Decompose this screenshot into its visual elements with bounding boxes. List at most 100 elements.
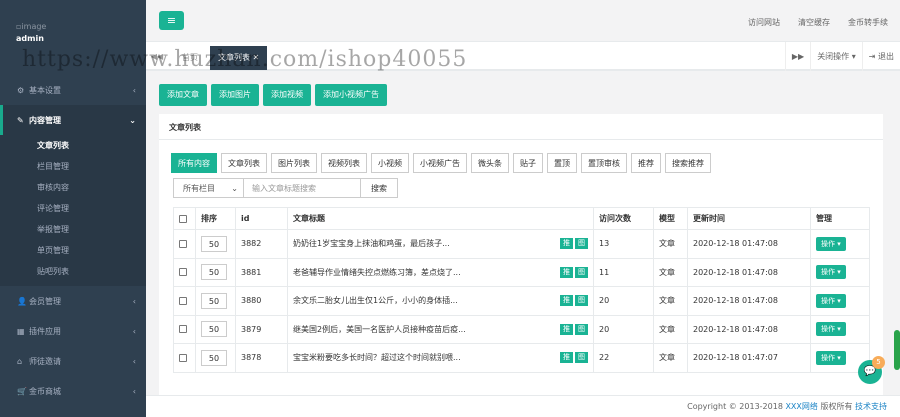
cart-icon: 🛒 [17, 386, 27, 396]
sort-input[interactable]: 50 [201, 321, 227, 338]
operation-dropdown[interactable]: 操作 ▾ [816, 322, 846, 337]
clear-cache-link[interactable]: 清空缓存 [798, 17, 830, 28]
row-check-cell[interactable] [173, 229, 196, 259]
filter-tab[interactable]: 置顶审核 [581, 153, 627, 173]
menu-basic-settings[interactable]: ⚙ 基本设置 ‹ [0, 75, 146, 105]
row-checkbox[interactable] [179, 296, 187, 305]
add-short-video-ad-button[interactable]: 添加小视频广告 [315, 84, 387, 106]
article-title[interactable]: 余文乐二胎女儿出生仅1公斤，小小的身体插... [293, 296, 458, 305]
table-row: 50 3879 继美国2例后，美国一名医护人员接种疫苗后疫... 推图 20 文章 2020… [173, 314, 870, 344]
visit-site-link[interactable]: 访问网站 [748, 17, 780, 28]
filter-tab[interactable]: 推荐 [631, 153, 661, 173]
article-table: 排序 id 文章标题 访问次数 模型 更新时间 管理 50 3882 奶奶往1岁宝宝… [173, 207, 870, 373]
sort-input[interactable]: 50 [201, 292, 227, 309]
filter-tab[interactable]: 贴子 [513, 153, 543, 173]
visits-cell: 20 [593, 314, 654, 344]
column-select[interactable]: 所有栏目 ⌄ [173, 178, 244, 198]
row-checkbox[interactable] [179, 268, 187, 277]
row-check-cell[interactable] [173, 257, 196, 287]
filter-tab[interactable]: 图片列表 [271, 153, 317, 173]
filter-tab[interactable]: 置顶 [547, 153, 577, 173]
filter-tab[interactable]: 所有内容 [171, 153, 217, 173]
sort-input[interactable]: 50 [201, 235, 227, 252]
table-row: 50 3880 余文乐二胎女儿出生仅1公斤，小小的身体插... 推图 20 文章 2020-… [173, 286, 870, 316]
article-title[interactable]: 继美国2例后，美国一名医护人员接种疫苗后疫... [293, 325, 466, 334]
support-link[interactable]: 技术支持 [855, 402, 887, 411]
submenu-forum-list[interactable]: 贴吧列表 [0, 261, 146, 282]
tabs-forward-button[interactable]: ▶▶ [784, 42, 810, 71]
content-submenu: 文章列表 栏目管理 审核内容 评论管理 举报管理 单页管理 贴吧列表 [0, 135, 146, 286]
operation-dropdown[interactable]: 操作 ▾ [816, 236, 846, 251]
article-title[interactable]: 老爸辅导作业情绪失控点燃练习簿，差点烧了... [293, 268, 461, 277]
filter-tab[interactable]: 小视频广告 [413, 153, 467, 173]
title-cell: 宝宝米粉要吃多长时间？超过这个时间就别喂... 推图 [287, 343, 594, 373]
tabs-right-controls: ▶▶ 关闭操作 ▾ ⇥ 退出 [784, 42, 900, 71]
col-model: 模型 [653, 207, 688, 230]
menu-coin-mall[interactable]: 🛒 金币商城 ‹ [0, 376, 146, 406]
scrollbar[interactable] [894, 330, 900, 370]
select-all-checkbox[interactable] [179, 214, 187, 223]
logout-button[interactable]: ⇥ 退出 [861, 42, 900, 71]
submenu-comment-management[interactable]: 评论管理 [0, 198, 146, 219]
image-tag: 图 [575, 323, 588, 335]
sort-input[interactable]: 50 [201, 349, 227, 366]
article-title[interactable]: 奶奶往1岁宝宝身上抹油和鸡蛋，最后孩子... [293, 239, 450, 248]
filter-tab[interactable]: 文章列表 [221, 153, 267, 173]
submenu-article-list[interactable]: 文章列表 [0, 135, 146, 156]
submenu-report-management[interactable]: 举报管理 [0, 219, 146, 240]
action-buttons: 添加文章 添加图片 添加视频 添加小视频广告 [159, 84, 387, 106]
menu-toggle-button[interactable]: ≡ [159, 11, 184, 30]
add-article-button[interactable]: 添加文章 [159, 84, 207, 106]
logo-image: ▫image [16, 22, 47, 31]
menu-member-management[interactable]: 👤 会员管理 ‹ [0, 286, 146, 316]
submenu-review-content[interactable]: 审核内容 [0, 177, 146, 198]
chevron-left-icon: ‹ [132, 85, 136, 95]
filter-tab[interactable]: 视频列表 [321, 153, 367, 173]
id-cell: 3882 [235, 229, 288, 259]
watermark: https://www.huzhan.com/ishop40055 [22, 47, 468, 72]
sort-input[interactable]: 50 [201, 264, 227, 281]
user-name[interactable]: admin [16, 34, 146, 43]
row-checkbox[interactable] [179, 353, 187, 362]
chevron-left-icon: ‹ [132, 386, 136, 396]
select-all-cell[interactable] [173, 207, 196, 230]
top-navbar: ≡ 访问网站 清空缓存 金币转手续 [146, 0, 900, 42]
chevron-down-icon: ⌄ [231, 184, 238, 193]
operation-dropdown[interactable]: 操作 ▾ [816, 350, 846, 365]
user-icon: 👤 [17, 296, 27, 306]
image-tag: 图 [575, 266, 588, 278]
menu-mentor-invite[interactable]: ⌂ 师徒邀请 ‹ [0, 346, 146, 376]
row-check-cell[interactable] [173, 286, 196, 316]
operation-dropdown[interactable]: 操作 ▾ [816, 293, 846, 308]
row-checkbox[interactable] [179, 239, 187, 248]
filter-tab[interactable]: 小视频 [371, 153, 409, 173]
menu-content-management[interactable]: ✎ 内容管理 ⌄ [0, 105, 146, 135]
filter-tab[interactable]: 微头条 [471, 153, 509, 173]
menu-label: 内容管理 [29, 115, 61, 125]
menu-label: 会员管理 [29, 296, 61, 306]
menu-plugin-apps[interactable]: ▦ 插件应用 ‹ [0, 316, 146, 346]
model-cell: 文章 [653, 229, 688, 259]
submenu-column-management[interactable]: 栏目管理 [0, 156, 146, 177]
row-check-cell[interactable] [173, 343, 196, 373]
add-image-button[interactable]: 添加图片 [211, 84, 259, 106]
id-cell: 3879 [235, 314, 288, 344]
grid-icon: ▦ [17, 326, 25, 336]
search-input[interactable]: 输入文章标题搜索 [244, 178, 361, 198]
article-title[interactable]: 宝宝米粉要吃多长时间？超过这个时间就别喂... [293, 353, 461, 362]
image-tag: 图 [575, 295, 588, 307]
search-button[interactable]: 搜索 [361, 178, 398, 198]
row-check-cell[interactable] [173, 314, 196, 344]
operation-dropdown[interactable]: 操作 ▾ [816, 265, 846, 280]
filter-tab[interactable]: 搜索推荐 [665, 153, 711, 173]
row-checkbox[interactable] [179, 325, 187, 334]
close-ops-dropdown[interactable]: 关闭操作 ▾ [810, 42, 862, 71]
coin-transfer-link[interactable]: 金币转手续 [848, 17, 888, 28]
col-visits: 访问次数 [593, 207, 654, 230]
submenu-page-management[interactable]: 单页管理 [0, 240, 146, 261]
add-video-button[interactable]: 添加视频 [263, 84, 311, 106]
site-link[interactable]: XXX网络 [785, 402, 817, 411]
select-value: 所有栏目 [183, 184, 215, 193]
model-cell: 文章 [653, 343, 688, 373]
time-cell: 2020-12-18 01:47:07 [687, 343, 811, 373]
